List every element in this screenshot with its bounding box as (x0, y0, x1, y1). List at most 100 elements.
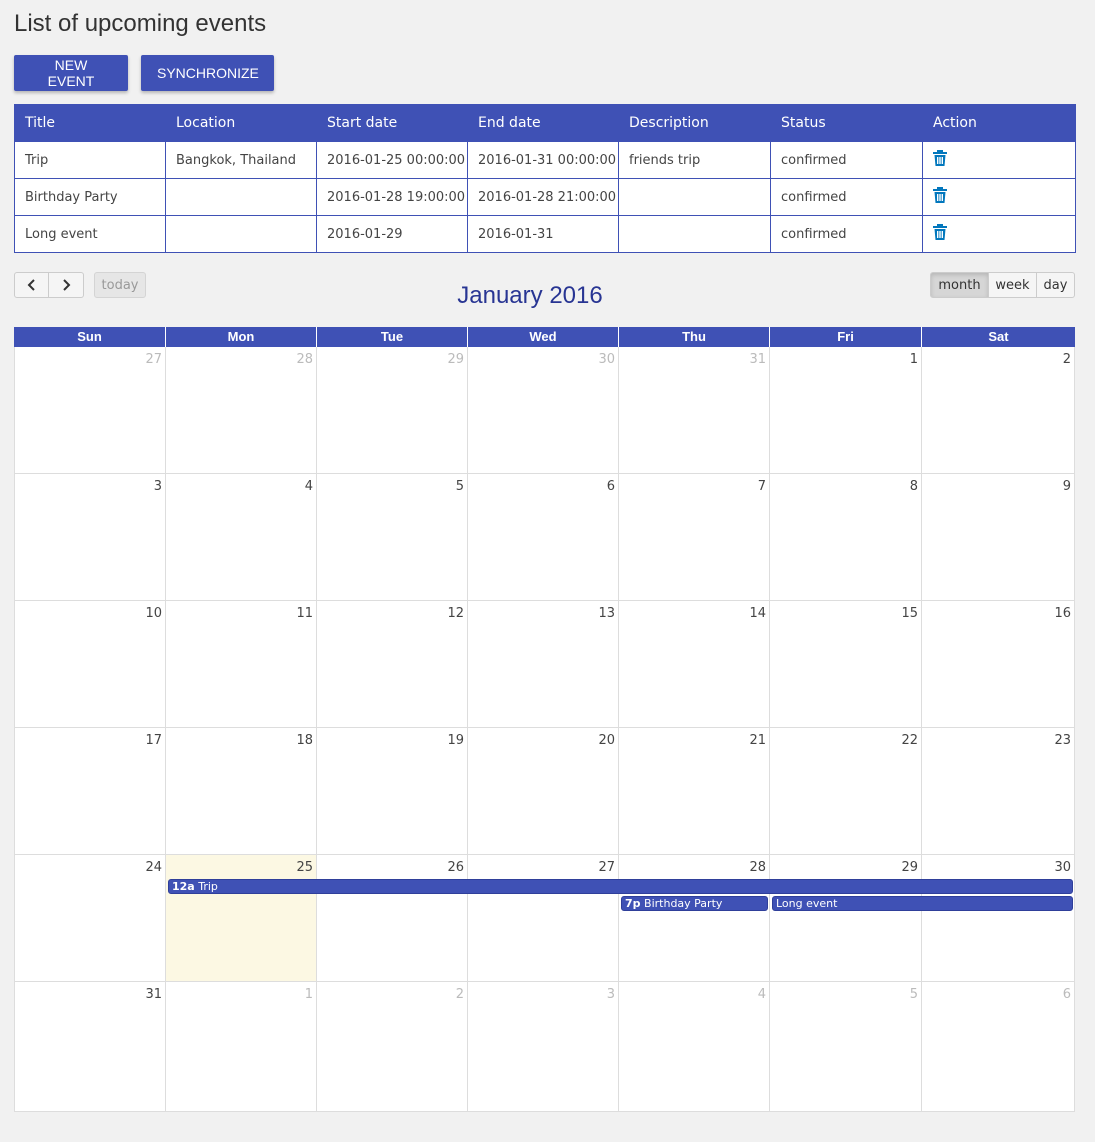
column-header: Location (165, 104, 317, 142)
next-button[interactable] (49, 272, 84, 298)
day-cell[interactable]: 15 (770, 601, 922, 728)
calendar-event[interactable]: Long event (772, 896, 1073, 911)
day-cell[interactable]: 28 (166, 347, 317, 474)
day-cell[interactable]: 8 (770, 474, 922, 601)
day-cell[interactable]: 4 (166, 474, 317, 601)
month-view-button[interactable]: month (930, 272, 989, 298)
day-number: 21 (749, 733, 766, 748)
week-row: 3 4 5 6 7 8 9 (14, 474, 1075, 601)
day-cell[interactable]: 28 (619, 855, 770, 982)
table-row[interactable]: Long event 2016-01-29 2016-01-31 confirmed (14, 215, 1076, 253)
day-number: 27 (598, 860, 615, 875)
event-title: Birthday Party (644, 897, 723, 910)
weekday-label: Thu (619, 327, 770, 347)
table-row[interactable]: Birthday Party 2016-01-28 19:00:00 2016-01… (14, 178, 1076, 216)
day-cell[interactable]: 12 (317, 601, 468, 728)
day-number: 16 (1054, 606, 1071, 621)
day-number: 14 (749, 606, 766, 621)
day-cell[interactable]: 6 (922, 982, 1075, 1112)
day-number: 6 (1062, 987, 1071, 1002)
delete-button[interactable] (933, 150, 947, 170)
delete-button[interactable] (933, 224, 947, 244)
cell-action (922, 141, 1076, 179)
calendar-event[interactable]: 12a Trip (168, 879, 1073, 894)
day-cell[interactable]: 2 (317, 982, 468, 1112)
week-row: 24 25 26 27 28 29 30 12a Trip 7p Birthday Party L… (14, 855, 1075, 982)
day-number: 26 (447, 860, 464, 875)
day-cell[interactable]: 5 (317, 474, 468, 601)
day-cell[interactable]: 16 (922, 601, 1075, 728)
day-cell[interactable]: 2 (922, 347, 1075, 474)
day-cell[interactable]: 1 (166, 982, 317, 1112)
delete-button[interactable] (933, 187, 947, 207)
day-cell[interactable]: 7 (619, 474, 770, 601)
weekday-label: Fri (770, 327, 922, 347)
week-row: 17 18 19 20 21 22 23 (14, 728, 1075, 855)
prev-button[interactable] (14, 272, 49, 298)
cell-start: 2016-01-29 (316, 215, 468, 253)
day-number: 29 (901, 860, 918, 875)
page-title: List of upcoming events (14, 10, 267, 37)
cell-location (165, 215, 317, 253)
trash-icon (933, 150, 947, 166)
calendar-event[interactable]: 7p Birthday Party (621, 896, 768, 911)
day-cell[interactable]: 1 (770, 347, 922, 474)
day-cell[interactable]: 23 (922, 728, 1075, 855)
day-cell[interactable]: 31 (619, 347, 770, 474)
week-row: 27 28 29 30 31 1 2 (14, 347, 1075, 474)
day-cell[interactable]: 18 (166, 728, 317, 855)
cell-description (618, 215, 771, 253)
column-header: Action (922, 104, 1076, 142)
day-cell[interactable]: 29 (770, 855, 922, 982)
day-cell[interactable]: 10 (14, 601, 166, 728)
day-cell[interactable]: 30 (468, 347, 619, 474)
day-cell[interactable]: 22 (770, 728, 922, 855)
synchronize-button[interactable]: SYNCHRONIZE (141, 55, 274, 91)
day-cell[interactable]: 31 (14, 982, 166, 1112)
weekday-label: Wed (468, 327, 619, 347)
day-cell[interactable]: 26 (317, 855, 468, 982)
day-cell[interactable]: 6 (468, 474, 619, 601)
day-cell[interactable]: 27 (14, 347, 166, 474)
week-view-button[interactable]: week (989, 272, 1037, 298)
day-cell[interactable]: 27 (468, 855, 619, 982)
day-cell[interactable]: 29 (317, 347, 468, 474)
day-cell[interactable]: 24 (14, 855, 166, 982)
day-cell[interactable]: 19 (317, 728, 468, 855)
day-cell[interactable]: 4 (619, 982, 770, 1112)
day-cell[interactable]: 17 (14, 728, 166, 855)
cell-status: confirmed (770, 215, 923, 253)
day-cell[interactable]: 9 (922, 474, 1075, 601)
day-cell[interactable]: 11 (166, 601, 317, 728)
weekday-label: Sat (988, 329, 1009, 344)
new-event-button[interactable]: NEW EVENT (14, 55, 128, 91)
day-number: 2 (455, 987, 464, 1002)
day-cell[interactable]: 21 (619, 728, 770, 855)
day-cell[interactable]: 30 (922, 855, 1075, 982)
day-cell[interactable]: 20 (468, 728, 619, 855)
calendar-nav (14, 272, 84, 298)
week-row: 31 1 2 3 4 5 6 (14, 982, 1075, 1112)
day-cell-today[interactable]: 25 (166, 855, 317, 982)
column-header: Title (14, 104, 166, 142)
day-number: 3 (606, 987, 615, 1002)
day-number: 30 (1054, 860, 1071, 875)
day-number: 4 (757, 987, 766, 1002)
day-cell[interactable]: 3 (468, 982, 619, 1112)
day-view-button[interactable]: day (1037, 272, 1075, 298)
day-cell[interactable]: 5 (770, 982, 922, 1112)
cell-description: friends trip (618, 141, 771, 179)
cell-status: confirmed (770, 178, 923, 216)
day-number: 15 (901, 606, 918, 621)
cell-title: Birthday Party (14, 178, 166, 216)
day-cell[interactable]: 3 (14, 474, 166, 601)
day-number: 10 (145, 606, 162, 621)
day-number: 11 (296, 606, 313, 621)
today-button[interactable]: today (94, 272, 146, 298)
view-switcher: month week day (930, 272, 1075, 298)
day-number: 29 (447, 352, 464, 367)
day-cell[interactable]: 14 (619, 601, 770, 728)
day-cell[interactable]: 13 (468, 601, 619, 728)
day-number: 18 (296, 733, 313, 748)
table-row[interactable]: Trip Bangkok, Thailand 2016-01-25 00:00:00… (14, 141, 1076, 179)
